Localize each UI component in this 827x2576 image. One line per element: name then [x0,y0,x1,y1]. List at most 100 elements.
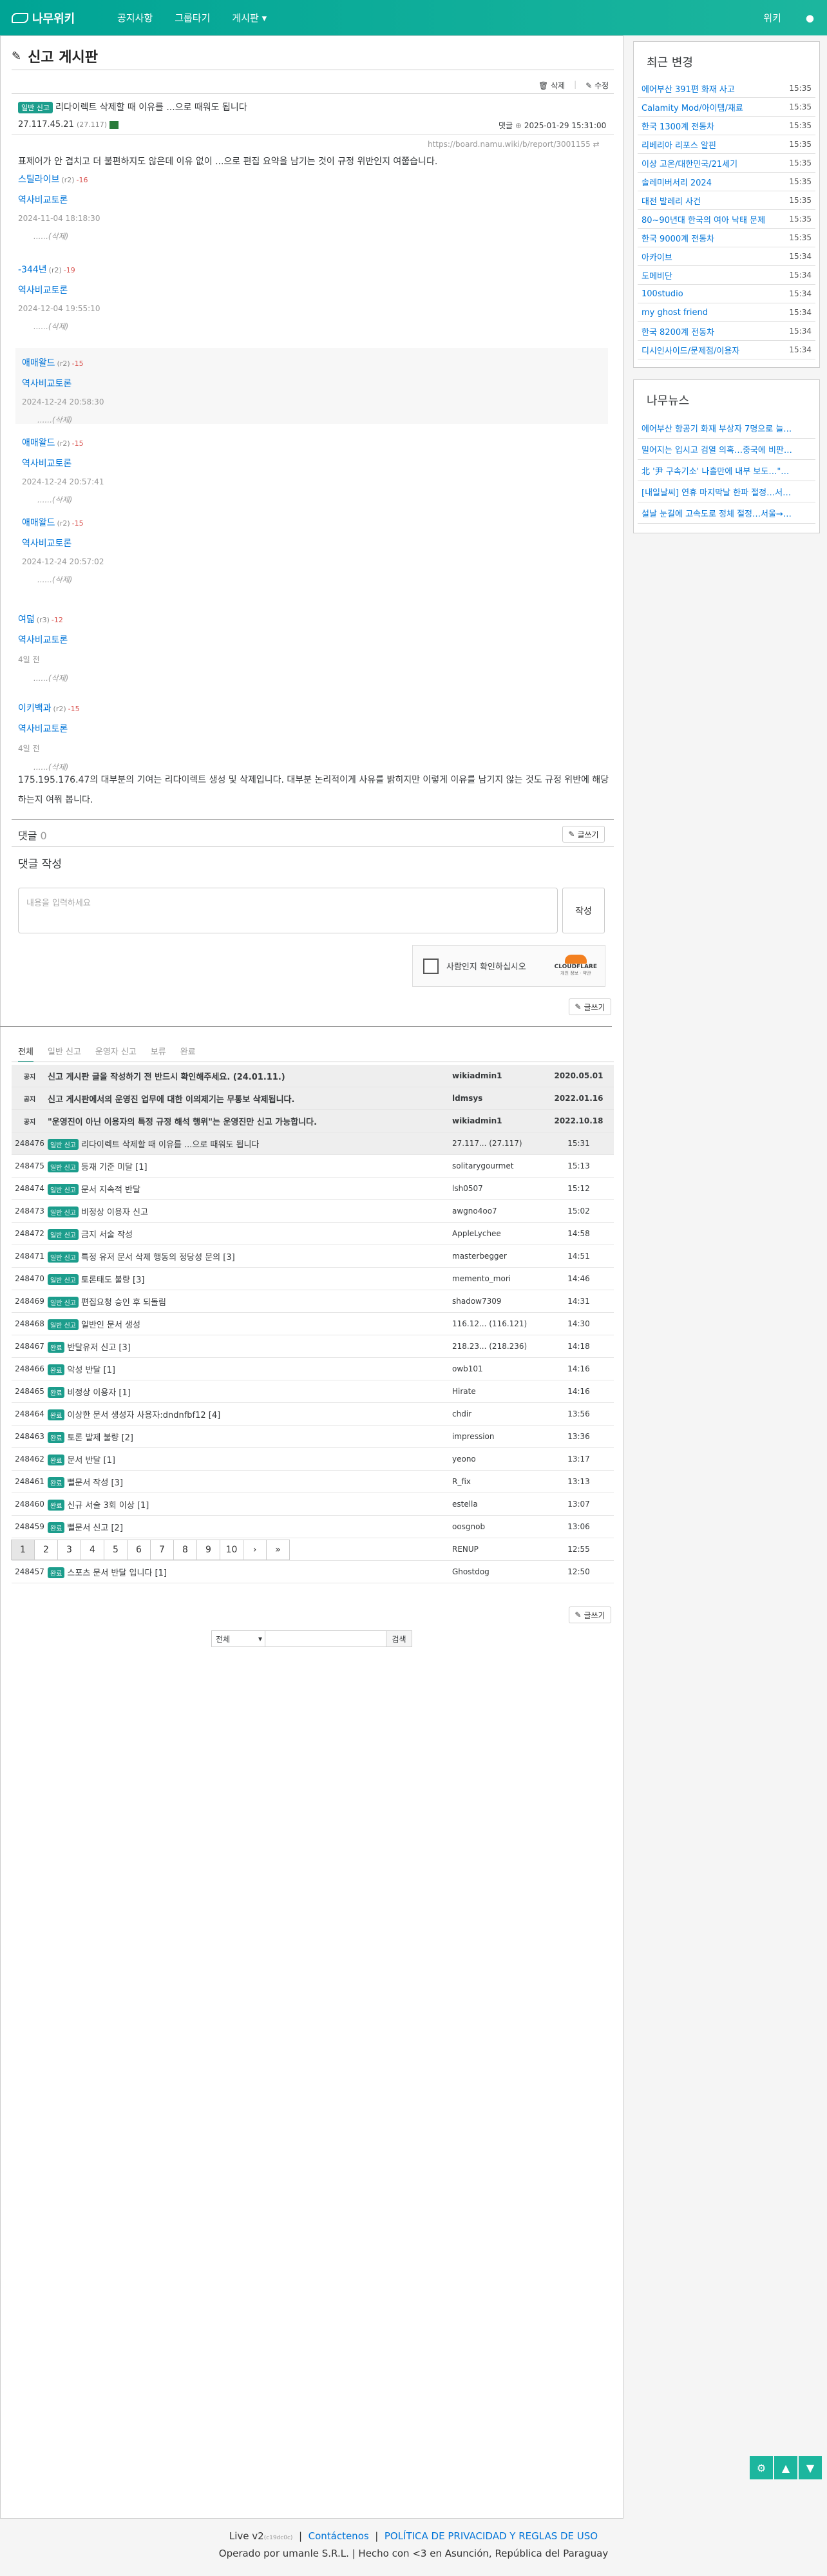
table-row[interactable]: 248472 일반 신고 금지 서술 작성 AppleLychee 14:58 [12,1223,614,1245]
tab-general[interactable]: 일반 신고 [48,1045,81,1062]
row-author[interactable]: AppleLychee [452,1229,544,1238]
page-button[interactable]: 3 [57,1540,81,1560]
comment-target[interactable]: 역사비교토론 [22,537,104,549]
recent-change-link[interactable]: 대전 발레리 사건 [642,195,701,207]
table-row[interactable]: 248471 일반 신고 특정 유저 문서 삭제 행동의 정당성 문의 [3] m… [12,1245,614,1268]
page-button[interactable]: 1 [11,1540,35,1560]
table-row[interactable]: 248475 일반 신고 등재 기준 미달 [1] solitarygourmet… [12,1155,614,1178]
row-title[interactable]: 일반 신고 금지 서술 작성 [48,1228,452,1240]
row-author[interactable]: RENUP [452,1545,544,1554]
scroll-top-fab[interactable]: ▲ [774,2456,797,2479]
recent-change-link[interactable]: 100studio [642,289,683,299]
search-button[interactable]: 검색 [386,1630,412,1647]
table-row[interactable]: 248460 완료 신규 서술 3회 이상 [1] estella 13:07 [12,1493,614,1516]
recent-change-item[interactable]: 에어부산 391편 화재 사고 15:35 [638,79,815,98]
table-row[interactable]: 248470 일반 신고 토론태도 불량 [3] memento_mori 14:… [12,1268,614,1290]
recent-change-link[interactable]: 솔레미버서리 2024 [642,176,712,188]
row-author[interactable]: 116.12... (116.121) [452,1319,544,1328]
row-author[interactable]: chdir [452,1409,544,1418]
write-button[interactable]: ✎ 글쓰기 [562,826,605,843]
row-title[interactable]: 일반 신고 비정상 이용자 신고 [48,1205,452,1217]
recent-change-link[interactable]: 도메비단 [642,269,672,281]
recent-change-item[interactable]: 디시인사이드/문제점/이용자 15:34 [638,341,815,359]
table-row[interactable]: 248466 완료 악성 반달 [1] owb101 14:16 [12,1358,614,1380]
recent-change-item[interactable]: 이상 고온/대한민국/21세기 15:35 [638,154,815,173]
notice-row[interactable]: 공지 신고 게시판에서의 운영진 업무에 대한 이의제기는 무통보 삭제됩니다.… [12,1087,614,1110]
row-title[interactable]: 일반 신고 편집요청 승인 후 되돌림 [48,1295,452,1308]
recent-change-link[interactable]: Calamity Mod/아이템/재료 [642,101,743,113]
comment-user[interactable]: 애매왈드 (r2) -15 [22,356,104,369]
row-author[interactable]: awgno4oo7 [452,1207,544,1216]
table-row[interactable]: 248474 일반 신고 문서 지속적 반달 lsh0507 15:12 [12,1178,614,1200]
comment-target[interactable]: 역사비교토론 [18,193,100,206]
recent-change-link[interactable]: 한국 1300계 전동차 [642,120,714,132]
news-item[interactable]: 설날 눈길에 고속도로 정체 절정…서울→… [638,502,815,524]
row-author[interactable]: wikiadmin1 [452,1116,544,1125]
recent-change-item[interactable]: 한국 1300계 전동차 15:35 [638,117,815,135]
row-title[interactable]: 완료 토론 발제 불량 [2] [48,1431,452,1443]
table-row[interactable]: 248467 완료 반달유저 신고 [3] 218.23... (218.236)… [12,1335,614,1358]
nav-notice[interactable]: 공지사항 [117,11,153,24]
news-item[interactable]: 北 '尹 구속기소' 나흘만에 내부 보도…"… [638,460,815,481]
captcha-checkbox[interactable] [423,958,439,974]
row-title[interactable]: 완료 스포츠 문서 반달 입니다 [1] [48,1566,452,1578]
recent-change-link[interactable]: 디시인사이드/문제점/이용자 [642,344,739,356]
table-row[interactable]: 248473 일반 신고 비정상 이용자 신고 awgno4oo7 15:02 [12,1200,614,1223]
page-button[interactable]: 9 [196,1540,220,1560]
recent-change-item[interactable]: 한국 9000계 전동차 15:35 [638,229,815,247]
recent-change-item[interactable]: 80~90년대 한국의 여아 낙태 문제 15:35 [638,210,815,229]
row-title[interactable]: 신고 게시판 글을 작성하기 전 반드시 확인해주세요. (24.01.11.) [48,1070,452,1082]
comment-user[interactable]: 이키백과 (r2) -15 [18,701,80,714]
row-author[interactable]: Hirate [452,1387,544,1396]
tab-admin[interactable]: 운영자 신고 [95,1045,137,1062]
recent-change-item[interactable]: Calamity Mod/아이템/재료 15:35 [638,98,815,117]
settings-fab[interactable]: ⚙ [750,2456,773,2479]
recent-change-link[interactable]: 80~90년대 한국의 여아 낙태 문제 [642,213,765,225]
tab-hold[interactable]: 보류 [151,1045,166,1062]
page-button[interactable]: 4 [81,1540,104,1560]
row-title[interactable]: 일반 신고 특정 유저 문서 삭제 행동의 정당성 문의 [3] [48,1250,452,1263]
row-title[interactable]: 완료 문서 반달 [1] [48,1453,452,1465]
row-author[interactable]: yeono [452,1455,544,1464]
table-row[interactable]: 248459 완료 뻘문서 신고 [2] oosgnob 13:06 [12,1516,614,1538]
comment-user[interactable]: 여덟 (r3) -12 [18,613,68,625]
nav-board[interactable]: 게시판 ▾ [232,11,267,24]
recent-change-item[interactable]: 아카이브 15:34 [638,247,815,266]
row-title[interactable]: 완료 뻘문서 신고 [2] [48,1521,452,1533]
recent-change-item[interactable]: 한국 8200계 전동차 15:34 [638,322,815,341]
row-author[interactable]: 27.117... (27.117) [452,1139,544,1148]
reply-textarea[interactable]: 내용을 입력하세요 [18,888,558,933]
notice-row[interactable]: 공지 "운영진이 아닌 이용자의 특정 규정 해석 행위"는 운영진만 신고 가… [12,1110,614,1132]
recent-change-link[interactable]: 한국 9000계 전동차 [642,232,714,244]
page-button[interactable]: 6 [127,1540,151,1560]
page-button[interactable]: 2 [34,1540,58,1560]
recent-change-item[interactable]: my ghost friend 15:34 [638,303,815,322]
row-author[interactable]: R_fix [452,1477,544,1486]
post-author[interactable]: 27.117.45.21 (27.117) [18,120,119,129]
row-author[interactable]: solitarygourmet [452,1161,544,1170]
row-title[interactable]: 일반 신고 리다이렉트 삭제할 때 이유를 ...으로 때워도 됩니다 [48,1138,452,1150]
row-title[interactable]: 완료 반달유저 신고 [3] [48,1340,452,1353]
row-title[interactable]: 완료 뻘문서 작성 [3] [48,1476,452,1488]
row-title[interactable]: "운영진이 아닌 이용자의 특정 규정 해석 행위"는 운영진만 신고 가능합니… [48,1115,452,1127]
search-input[interactable] [265,1630,386,1647]
submit-button[interactable]: 작성 [562,888,605,933]
row-author[interactable]: lsh0507 [452,1184,544,1193]
privacy-link[interactable]: POLÍTICA DE PRIVACIDAD Y REGLAS DE USO [385,2530,598,2542]
news-item[interactable]: 밀어지는 입시고 검열 의혹…중국에 비판… [638,439,815,460]
comment-user[interactable]: 스틸라이브 (r2) -16 [18,173,100,186]
row-author[interactable]: shadow7309 [452,1297,544,1306]
row-title[interactable]: 신고 게시판에서의 운영진 업무에 대한 이의제기는 무통보 삭제됩니다. [48,1092,452,1105]
row-author[interactable]: wikiadmin1 [452,1071,544,1080]
row-title[interactable]: 일반 신고 일반인 문서 생성 [48,1318,452,1330]
row-author[interactable]: owb101 [452,1364,544,1373]
scroll-bottom-fab[interactable]: ▼ [799,2456,822,2479]
recent-change-item[interactable]: 리베리아 리포스 알핀 15:35 [638,135,815,154]
comment-target[interactable]: 역사비교토론 [22,377,104,390]
table-row[interactable]: 248463 완료 토론 발제 불량 [2] impression 13:36 [12,1426,614,1448]
comment-target[interactable]: 역사비교토론 [22,457,104,470]
post-url[interactable]: https://board.namu.wiki/b/report/3001155… [428,140,600,149]
recent-change-link[interactable]: 리베리아 리포스 알핀 [642,138,716,151]
comment-target[interactable]: 역사비교토론 [18,283,100,296]
page-button[interactable]: › [243,1540,267,1560]
